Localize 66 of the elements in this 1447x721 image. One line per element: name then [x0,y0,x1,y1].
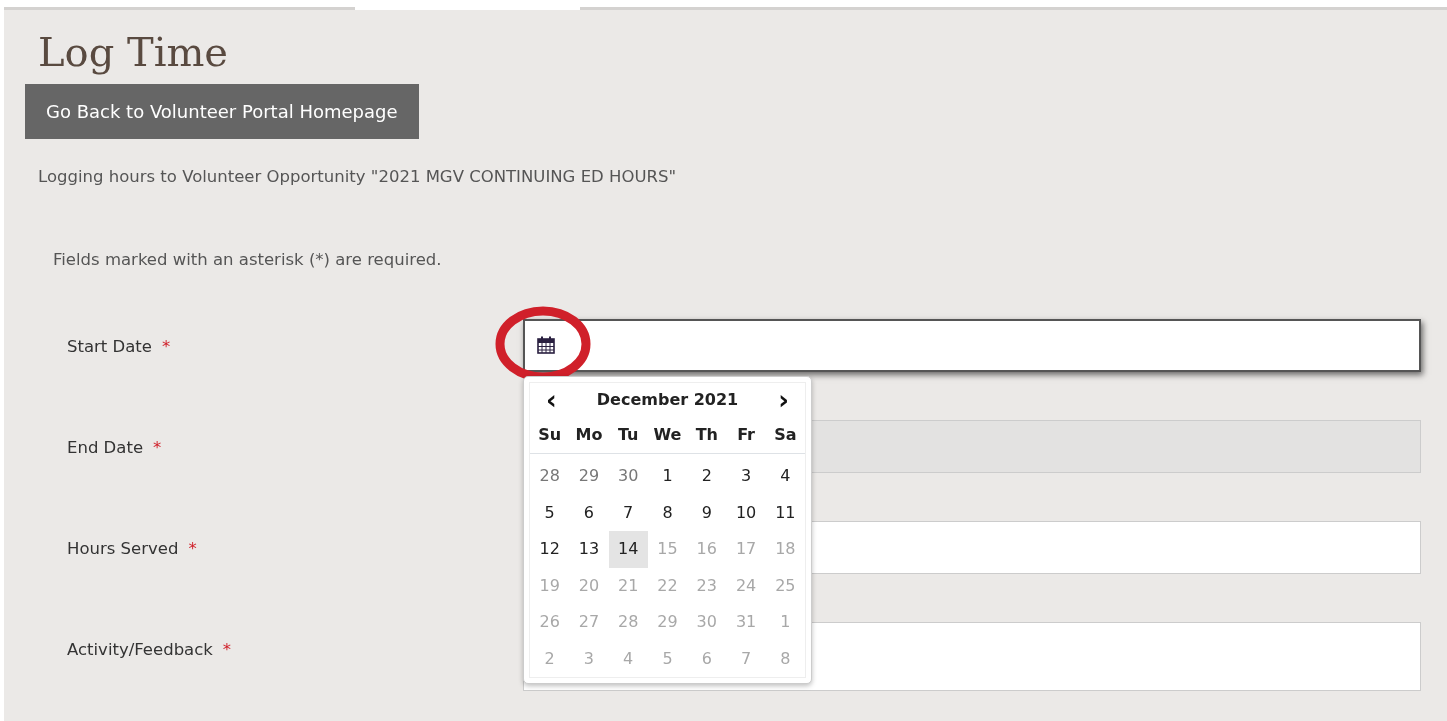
day-cell-text: 23 [695,574,718,597]
day-cell[interactable]: 29 [569,458,609,495]
required-mark: * [153,437,162,457]
day-cell-text: 22 [656,574,679,597]
day-cell-text: 21 [617,574,640,597]
day-cell-text: 2 [543,647,556,670]
weekday-label: Su [537,424,563,446]
required-mark: * [188,538,197,558]
month-title: December 2021 [596,389,739,411]
day-cell[interactable]: 4 [765,458,805,495]
day-cell-text: 5 [661,647,674,670]
day-cell[interactable]: 11 [765,494,805,531]
required-mark: * [222,639,232,659]
weekday-label: We [652,424,683,446]
day-cell-text: 7 [739,647,753,670]
day-cell[interactable]: 30 [608,458,648,495]
day-cell[interactable]: 3 [726,458,766,495]
day-cell-text: 29 [656,611,679,634]
required-mark: * [162,336,171,356]
back-button[interactable]: Go Back to Volunteer Portal Homepage [25,84,419,139]
required-note: Fields marked with an asterisk (*) are required. [53,248,443,271]
field-label: Start Date [67,336,152,356]
day-cell[interactable]: 12 [530,531,570,568]
day-cell-text: 20 [577,574,601,597]
day-cell-text: 16 [695,538,718,561]
day-cell-text: 1 [779,611,792,634]
weekday-label: Th [694,424,719,446]
day-cell-text: 8 [779,647,792,670]
page-title: Log Time [38,30,230,74]
weekday-label: Sa [773,424,798,446]
weekday-label: Fr [736,424,756,446]
day-cell[interactable]: 5 [530,494,570,531]
previous-month-button[interactable]: ‹ [540,387,563,413]
next-month-button[interactable]: › [772,387,795,413]
day-cell[interactable]: 14 [608,531,648,568]
day-cell-text: 19 [538,574,561,597]
day-cell-text: 25 [774,574,797,597]
day-cell[interactable]: 9 [687,494,727,531]
day-cell-text: 17 [734,538,758,561]
day-cell-text: 31 [734,611,758,634]
day-cell-text: 18 [774,538,797,561]
calendar-icon[interactable] [537,336,555,354]
day-cell[interactable]: 1 [647,458,688,495]
day-cell-text: 4 [622,647,635,670]
day-cell-text: 3 [582,647,595,670]
weekday-label: Tu [616,424,640,446]
day-cell-text: 15 [656,538,679,561]
day-cell[interactable]: 6 [569,494,609,531]
field-label: Hours Served [67,538,179,558]
weekday-label: Mo [574,424,604,446]
day-cell-text: 30 [695,611,718,634]
field-label: End Date [67,437,144,457]
day-cell[interactable]: 7 [608,494,648,531]
day-cell[interactable]: 8 [647,494,688,531]
description-text: Logging hours to Volunteer Opportunity "2021 MGV CONTINUING ED HOURS" [38,166,678,188]
day-cell-text: 24 [734,574,758,597]
field-label: Activity/Feedback [67,639,213,659]
day-cell[interactable]: 2 [687,458,727,495]
day-cell-text: 26 [538,611,561,634]
day-cell-text: 27 [577,611,601,634]
day-cell-text: 28 [617,611,640,634]
day-cell[interactable]: 13 [569,531,609,568]
day-cell[interactable]: 10 [726,494,766,531]
day-cell-text: 6 [700,647,713,670]
date-field[interactable] [523,318,1421,372]
day-cell[interactable]: 28 [530,458,570,495]
